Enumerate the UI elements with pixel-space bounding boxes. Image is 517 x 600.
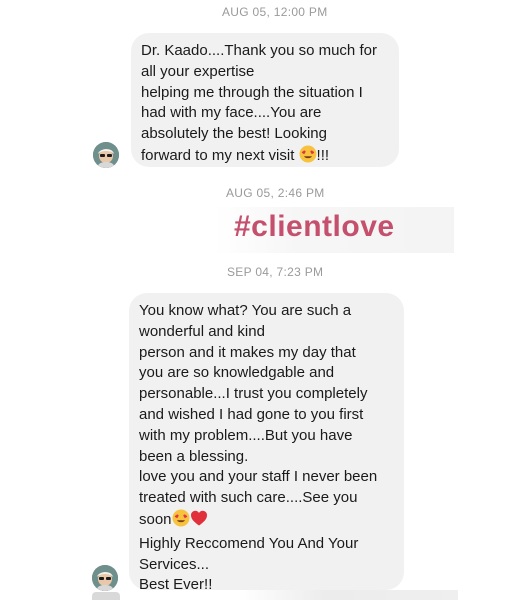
heart-eyes-icon [172, 509, 190, 534]
message-bubble-1[interactable]: Dr. Kaado....Thank you so much for all y… [131, 33, 399, 167]
message-1-line-6: forward to my next visit !!! [141, 145, 389, 170]
cropped-element [92, 592, 120, 600]
message-1-line-2: all your expertise [141, 62, 255, 80]
message-1-line-6-text: forward to my next visit [141, 146, 299, 164]
sender-avatar-icon[interactable] [92, 565, 118, 591]
message-1-line-4: had with my face....You are [141, 104, 322, 122]
bottom-shadow [238, 590, 458, 600]
message-2-line-10: treated with such care....See you [139, 489, 358, 507]
message-1-line-5: absolutely the best! Looking [141, 125, 327, 143]
chat-view: AUG 05, 12:00 PM Dr. Kaado....Thank you … [0, 0, 517, 600]
message-bubble-2[interactable]: You know what? You are such a wonderful … [129, 293, 404, 593]
message-2-line-7: with my problem....But you have [139, 426, 353, 444]
message-2-line-12: Highly Reccomend You And Your [139, 534, 359, 552]
timestamp-aug05-1200: AUG 05, 12:00 PM [222, 5, 328, 19]
message-2-line-5: personable...I trust you completely [139, 385, 368, 403]
message-2-line-11: soon [139, 509, 394, 534]
timestamp-aug05-246: AUG 05, 2:46 PM [226, 186, 325, 200]
message-1-line-3: helping me through the situation I [141, 83, 363, 101]
timestamp-sep04-723: SEP 04, 7:23 PM [227, 265, 324, 279]
message-2-line-6: and wished I had gone to you first [139, 405, 364, 423]
message-2-line-3: person and it makes my day that [139, 343, 356, 361]
message-2-line-8: been a blessing. [139, 447, 249, 465]
message-2-line-1: You know what? You are such a [139, 302, 352, 319]
red-heart-icon [190, 509, 208, 534]
message-1-line-7-text: !!! [316, 146, 330, 164]
message-2-line-9: love you and your staff I never been [139, 468, 378, 486]
message-2-line-13: Services... [139, 555, 210, 573]
hashtag-overlay: #clientlove [234, 210, 395, 243]
message-2-line-2: wonderful and kind [139, 322, 265, 340]
message-1-line-1: Dr. Kaado....Thank you so much for [141, 42, 377, 59]
sender-avatar-icon[interactable] [93, 142, 119, 168]
heart-eyes-icon [299, 145, 317, 170]
message-2-line-4: you are so knowledgable and [139, 364, 335, 382]
message-2-line-11-text: soon [139, 510, 172, 528]
